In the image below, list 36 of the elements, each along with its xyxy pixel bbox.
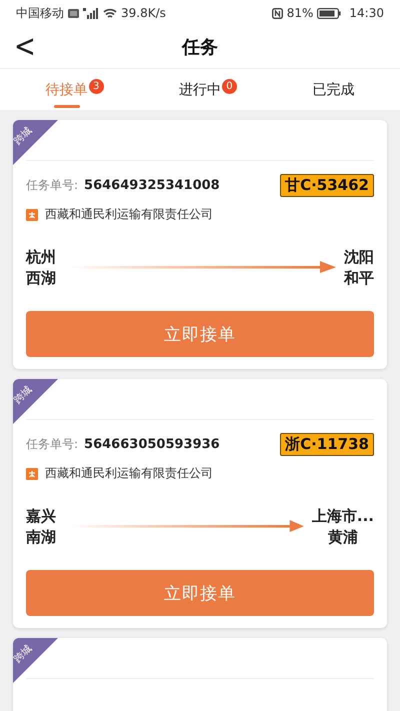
destination-place: 上海市... — [312, 506, 374, 527]
destination-place: 和平 — [344, 268, 374, 289]
wifi-icon — [103, 8, 117, 18]
task-number: 564649325341008 — [84, 178, 221, 193]
license-plate: 浙C·11738 — [280, 433, 374, 456]
license-plate: 甘C·53462 — [280, 174, 374, 197]
destination-place: 黄浦 — [328, 527, 358, 548]
page-title: 任务 — [182, 36, 218, 59]
company-icon — [26, 208, 38, 220]
origin-place: 南湖 — [26, 527, 56, 548]
origin-place: 西湖 — [26, 268, 56, 289]
count-badge: 0 — [222, 78, 237, 94]
tab[interactable]: 已完成 — [310, 74, 356, 104]
tab[interactable]: 进行中 — [176, 74, 223, 104]
company-name: 西藏和通民利运输有限责任公司 — [45, 465, 213, 482]
origin-place: 嘉兴 — [26, 506, 56, 527]
destination-place: 沈阳 — [344, 247, 374, 268]
signal-icon — [83, 8, 99, 18]
company-name: 西藏和通民利运输有限责任公司 — [45, 206, 213, 223]
corner-ribbon — [13, 379, 58, 424]
corner-ribbon — [13, 120, 58, 165]
battery-icon — [317, 8, 342, 18]
nfc-icon — [272, 8, 283, 18]
hd-icon — [68, 8, 79, 18]
network-speed: 39.8K/s — [121, 6, 166, 20]
corner-ribbon — [13, 638, 58, 683]
field-label: 任务单号: — [26, 436, 78, 453]
field-label: 任务单号: — [26, 177, 78, 194]
count-badge: 3 — [88, 78, 104, 94]
carrier-name: 中国移动 — [16, 4, 64, 22]
origin-place: 杭州 — [26, 247, 56, 268]
battery-level: 81% — [286, 6, 314, 20]
task-number: 564663050593936 — [84, 437, 221, 452]
back-button[interactable]: < — [8, 29, 42, 65]
clock-time: 14:30 — [349, 6, 384, 20]
company-icon — [26, 468, 38, 480]
